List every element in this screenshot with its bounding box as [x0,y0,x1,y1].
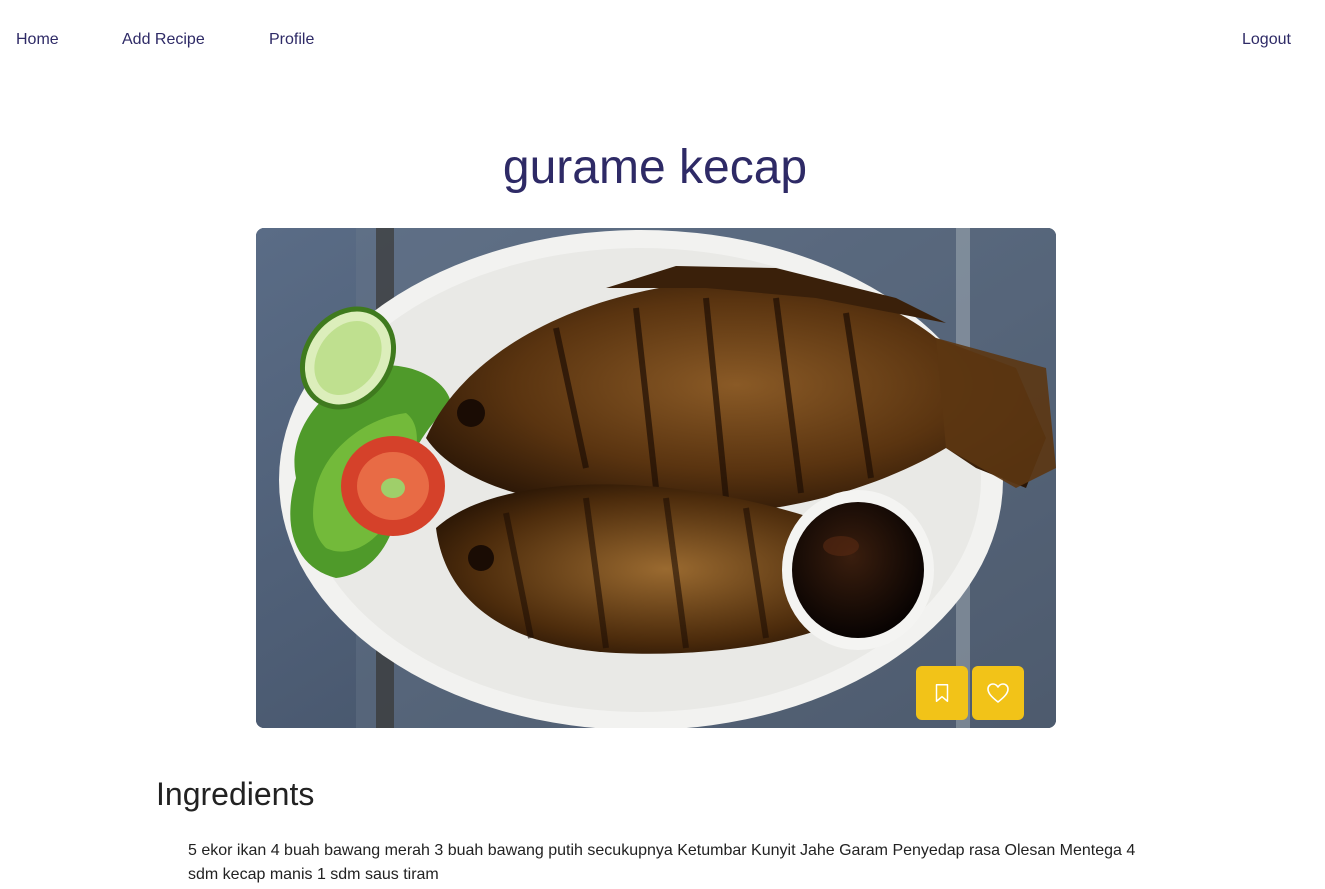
recipe-detail-page: Home Add Recipe Profile Logout gurame ke… [0,0,1325,889]
nav-home-link[interactable]: Home [16,31,59,49]
top-navbar: Home Add Recipe Profile Logout [0,0,1325,80]
nav-profile-link[interactable]: Profile [269,31,314,49]
bookmark-button[interactable] [916,666,968,720]
like-button[interactable] [972,666,1024,720]
recipe-photo-illustration [256,228,1056,728]
heart-icon [987,683,1009,703]
recipe-image [256,228,1056,728]
bookmark-icon [935,684,949,702]
ingredients-text: 5 ekor ikan 4 buah bawang merah 3 buah b… [188,842,1136,883]
nav-add-recipe-link[interactable]: Add Recipe [122,31,205,49]
nav-logout-link[interactable]: Logout [1242,31,1291,49]
recipe-title: gurame kecap [502,141,808,194]
ingredients-heading: Ingredients [156,776,315,812]
